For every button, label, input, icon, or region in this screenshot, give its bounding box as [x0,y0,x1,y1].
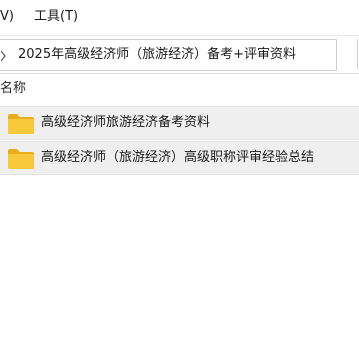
column-header-name[interactable]: 名称 [0,81,26,97]
column-header-row: 名称 [0,76,359,102]
breadcrumb-separator-icon[interactable] [1,49,6,63]
address-bar-divider [357,39,358,69]
folder-icon [7,148,35,170]
file-name: 高级经济师（旅游经济）高级职称评审经验总结 [41,150,315,165]
file-name: 高级经济师旅游经济备考资料 [41,115,211,130]
file-list: 高级经济师旅游经济备考资料 高级经济师（旅游经济）高级职称评审经验总结 [0,104,359,176]
file-explorer-window: V) 工具(T) 2025年高级经济师（旅游经济）备考+评审资料 名称 高级经济… [0,0,359,359]
menu-view[interactable]: V) [0,9,14,25]
list-item[interactable]: 高级经济师旅游经济备考资料 [0,106,359,140]
breadcrumb[interactable]: 2025年高级经济师（旅游经济）备考+评审资料 [0,39,337,71]
menu-tools[interactable]: 工具(T) [34,9,78,25]
list-item[interactable]: 高级经济师（旅游经济）高级职称评审经验总结 [0,141,359,175]
folder-icon [7,113,35,135]
menu-bar: V) 工具(T) [0,0,359,34]
address-bar: 2025年高级经济师（旅游经济）备考+评审资料 [0,35,359,74]
breadcrumb-item-current-folder[interactable]: 2025年高级经济师（旅游经济）备考+评审资料 [18,47,296,63]
